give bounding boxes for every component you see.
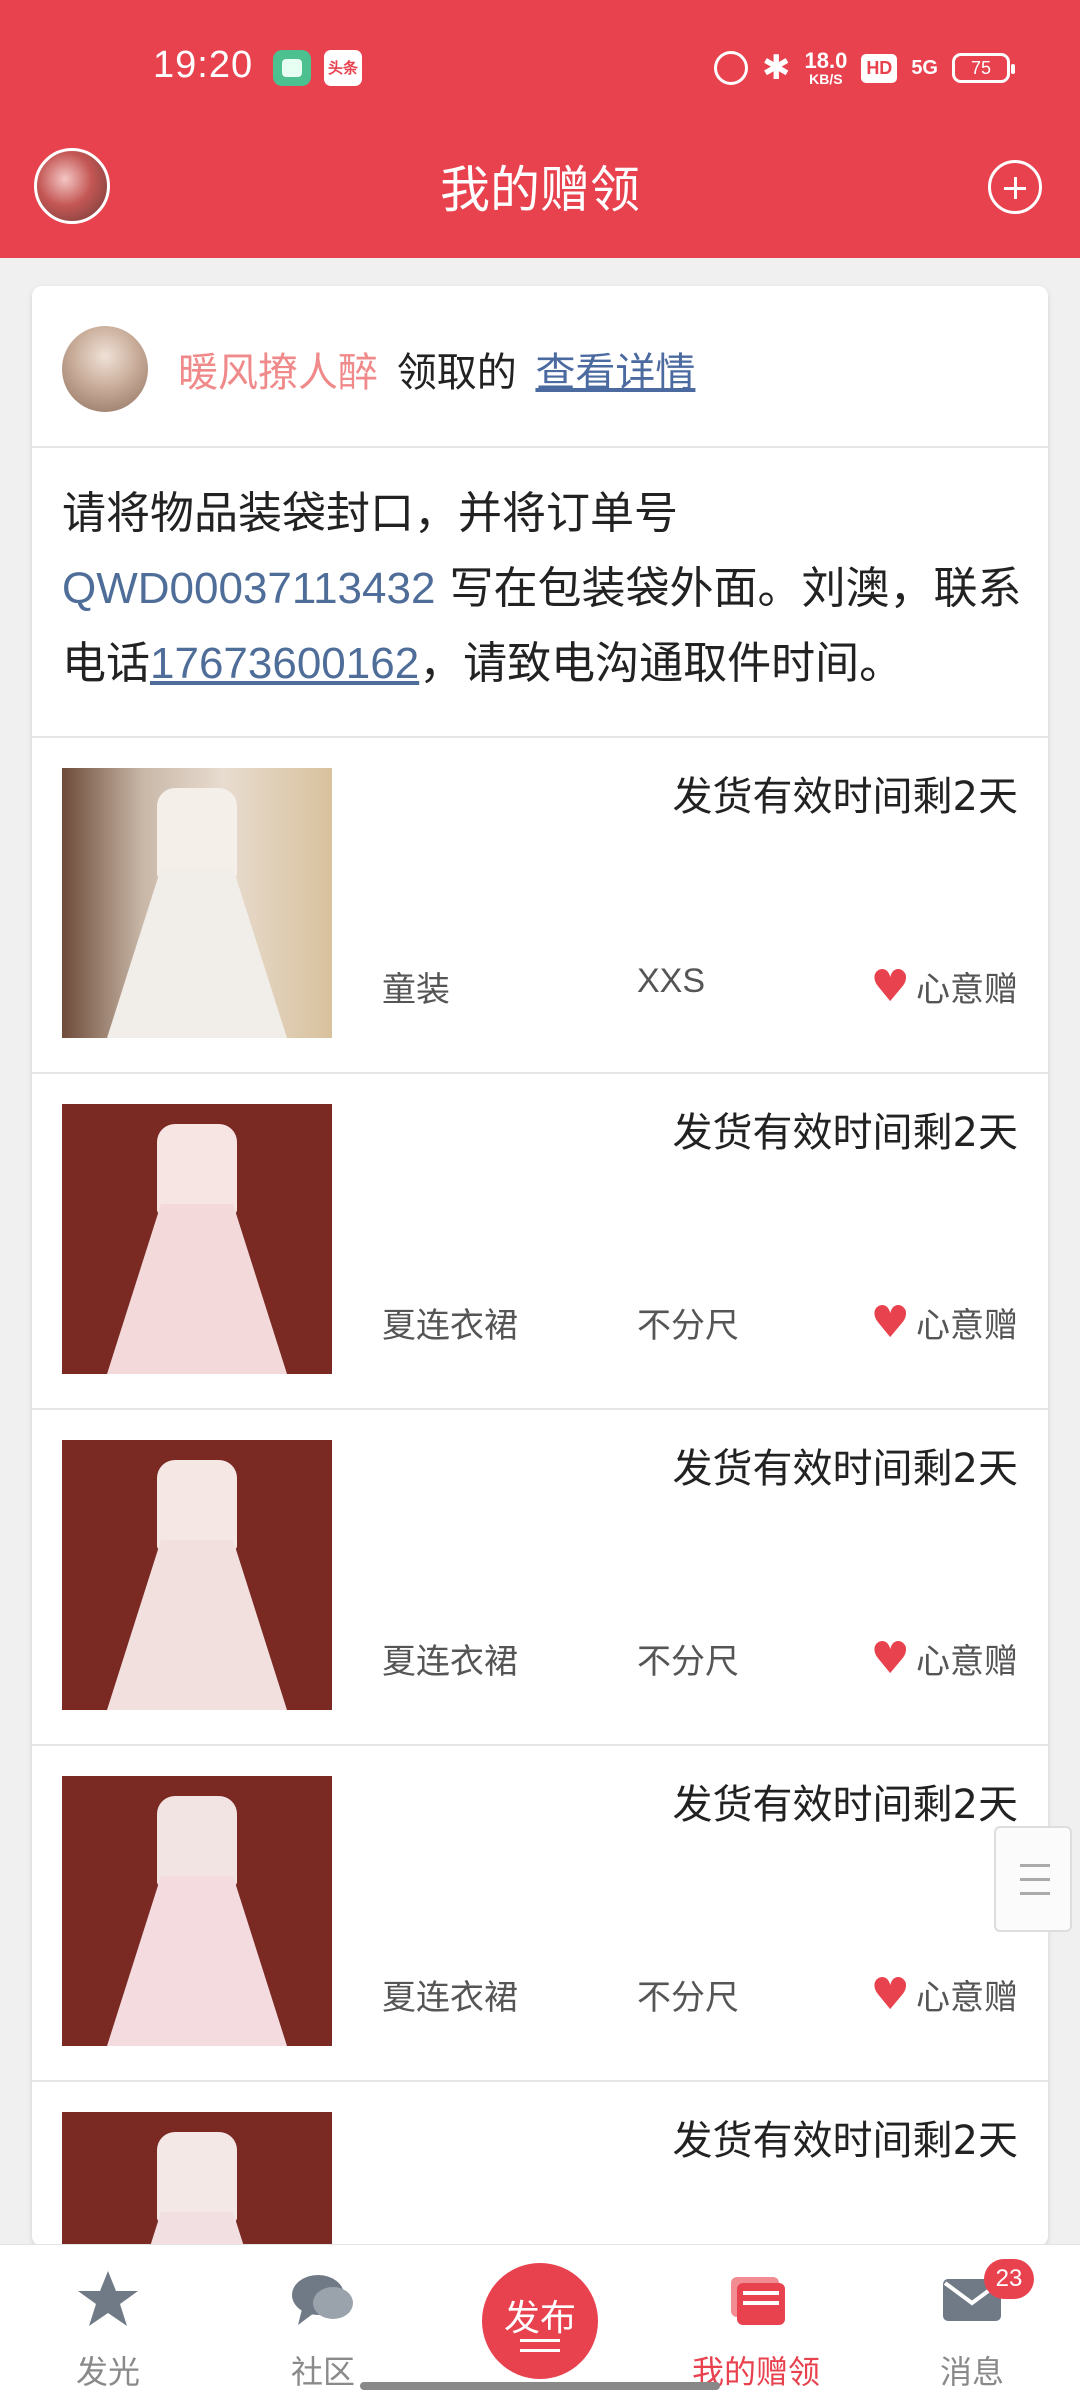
page-title: 我的赠领 (440, 161, 640, 219)
item-category: 夏连衣裙 (382, 1642, 518, 1682)
item-size: 不分尺 (637, 1307, 739, 1345)
item-size: 不分尺 (637, 1643, 739, 1681)
nav-item-my-gifts[interactable]: 我的赠领 (686, 2245, 826, 2400)
home-indicator[interactable] (360, 2382, 720, 2390)
battery-icon: 75 (952, 53, 1015, 83)
publish-button[interactable]: 发布 (482, 2263, 598, 2379)
shipping-timer: 发货有效时间剩2天 (672, 1446, 1018, 1492)
gift-type: ♥ 心意赠 (870, 1968, 1018, 2020)
item-size: XXS (637, 962, 706, 1000)
item-photo[interactable] (62, 768, 332, 1038)
item-size: 不分尺 (637, 1979, 739, 2017)
bottom-navigation: 发光 社区 发布 我的赠领 23 消息 (0, 2244, 1080, 2400)
nav-item-messages[interactable]: 23 消息 (902, 2245, 1042, 2400)
item-photo[interactable] (62, 1104, 332, 1374)
shipping-timer: 发货有效时间剩2天 (672, 1782, 1018, 1828)
status-bar: 19:20 头条 ✱ 18.0 KB/S HD 5G 75 (0, 0, 1080, 136)
heart-icon: ♥ (870, 960, 910, 1012)
gift-box-icon (731, 2277, 785, 2325)
list-item[interactable]: 发货有效时间剩2天 夏连衣裙 不分尺 ♥ 心意赠 (32, 1744, 1048, 2080)
bluetooth-icon: ✱ (761, 49, 791, 87)
shipping-instructions: 请将物品装袋封口，并将订单号 QWD00037113432 写在包装袋外面。刘澳… (62, 488, 1022, 689)
toutiao-notification-icon: 头条 (324, 50, 362, 86)
heart-icon: ♥ (870, 1296, 910, 1348)
gift-type: ♥ 心意赠 (870, 960, 1018, 1012)
list-item[interactable]: 发货有效时间剩2天 夏连衣裙 不分尺 ♥ 心意赠 (32, 1072, 1048, 1408)
list-item[interactable]: 发货有效时间剩2天 童装 XXS ♥ 心意赠 (32, 736, 1048, 1072)
view-details-link[interactable]: 查看详情 (535, 350, 695, 396)
nav-item-community[interactable]: 社区 (253, 2245, 393, 2400)
star-icon (78, 2271, 138, 2326)
gift-type: ♥ 心意赠 (870, 1632, 1018, 1684)
claimer-name[interactable]: 暖风撩人醉 (178, 350, 378, 396)
chat-bubbles-icon (292, 2275, 353, 2325)
phone-link[interactable]: 17673600162 (150, 639, 419, 688)
shipping-timer: 发货有效时间剩2天 (672, 1110, 1018, 1156)
item-category: 夏连衣裙 (382, 1978, 518, 2018)
item-photo[interactable] (62, 1440, 332, 1710)
claim-card: 暖风撩人醉 领取的 查看详情 请将物品装袋封口，并将订单号 QWD0003711… (32, 286, 1048, 2246)
item-category: 童装 (382, 970, 450, 1010)
alarm-icon (713, 51, 748, 85)
scroll-to-top-handle[interactable] (994, 1826, 1072, 1932)
list-item[interactable]: 发货有效时间剩2天 夏连衣裙 不分尺 ♥ 心意赠 (32, 1408, 1048, 1744)
heart-icon: ♥ (870, 1968, 910, 2020)
claim-header: 暖风撩人醉 领取的 查看详情 (32, 286, 1048, 448)
order-number: QWD00037113432 (62, 564, 436, 613)
item-photo[interactable] (62, 1776, 332, 2046)
claim-action: 领取的 (396, 350, 517, 396)
status-icons: ✱ 18.0 KB/S HD 5G 75 (713, 44, 1015, 92)
shipping-timer: 发货有效时间剩2天 (672, 774, 1018, 820)
claimer-avatar[interactable] (62, 326, 148, 412)
add-icon[interactable] (988, 160, 1042, 214)
item-photo[interactable] (62, 2112, 332, 2246)
status-time: 19:20 (153, 44, 254, 86)
message-count-badge: 23 (984, 2259, 1034, 2299)
item-category: 夏连衣裙 (382, 1306, 518, 1346)
list-item[interactable]: 发货有效时间剩2天 (32, 2080, 1048, 2246)
shipping-timer: 发货有效时间剩2天 (672, 2118, 1018, 2164)
hd-icon: HD (861, 53, 898, 83)
network-speed: 18.0 KB/S (804, 48, 848, 87)
heart-icon: ♥ (870, 1632, 910, 1684)
app-notification-icon (273, 50, 311, 86)
gift-type: ♥ 心意赠 (870, 1296, 1018, 1348)
app-header: 19:20 头条 ✱ 18.0 KB/S HD 5G 75 我的赠领 (0, 0, 1080, 258)
claim-info: 暖风撩人醉 领取的 查看详情 (178, 340, 695, 398)
signal-icon: 5G (911, 56, 938, 79)
nav-item-glow[interactable]: 发光 (38, 2245, 178, 2400)
